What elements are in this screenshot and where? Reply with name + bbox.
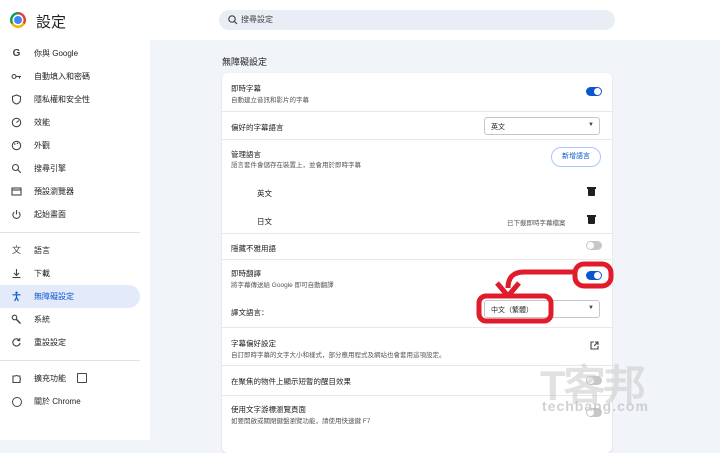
watermark: T客邦 techbang.com: [540, 352, 700, 422]
watermark-url: techbang.com: [542, 398, 649, 414]
